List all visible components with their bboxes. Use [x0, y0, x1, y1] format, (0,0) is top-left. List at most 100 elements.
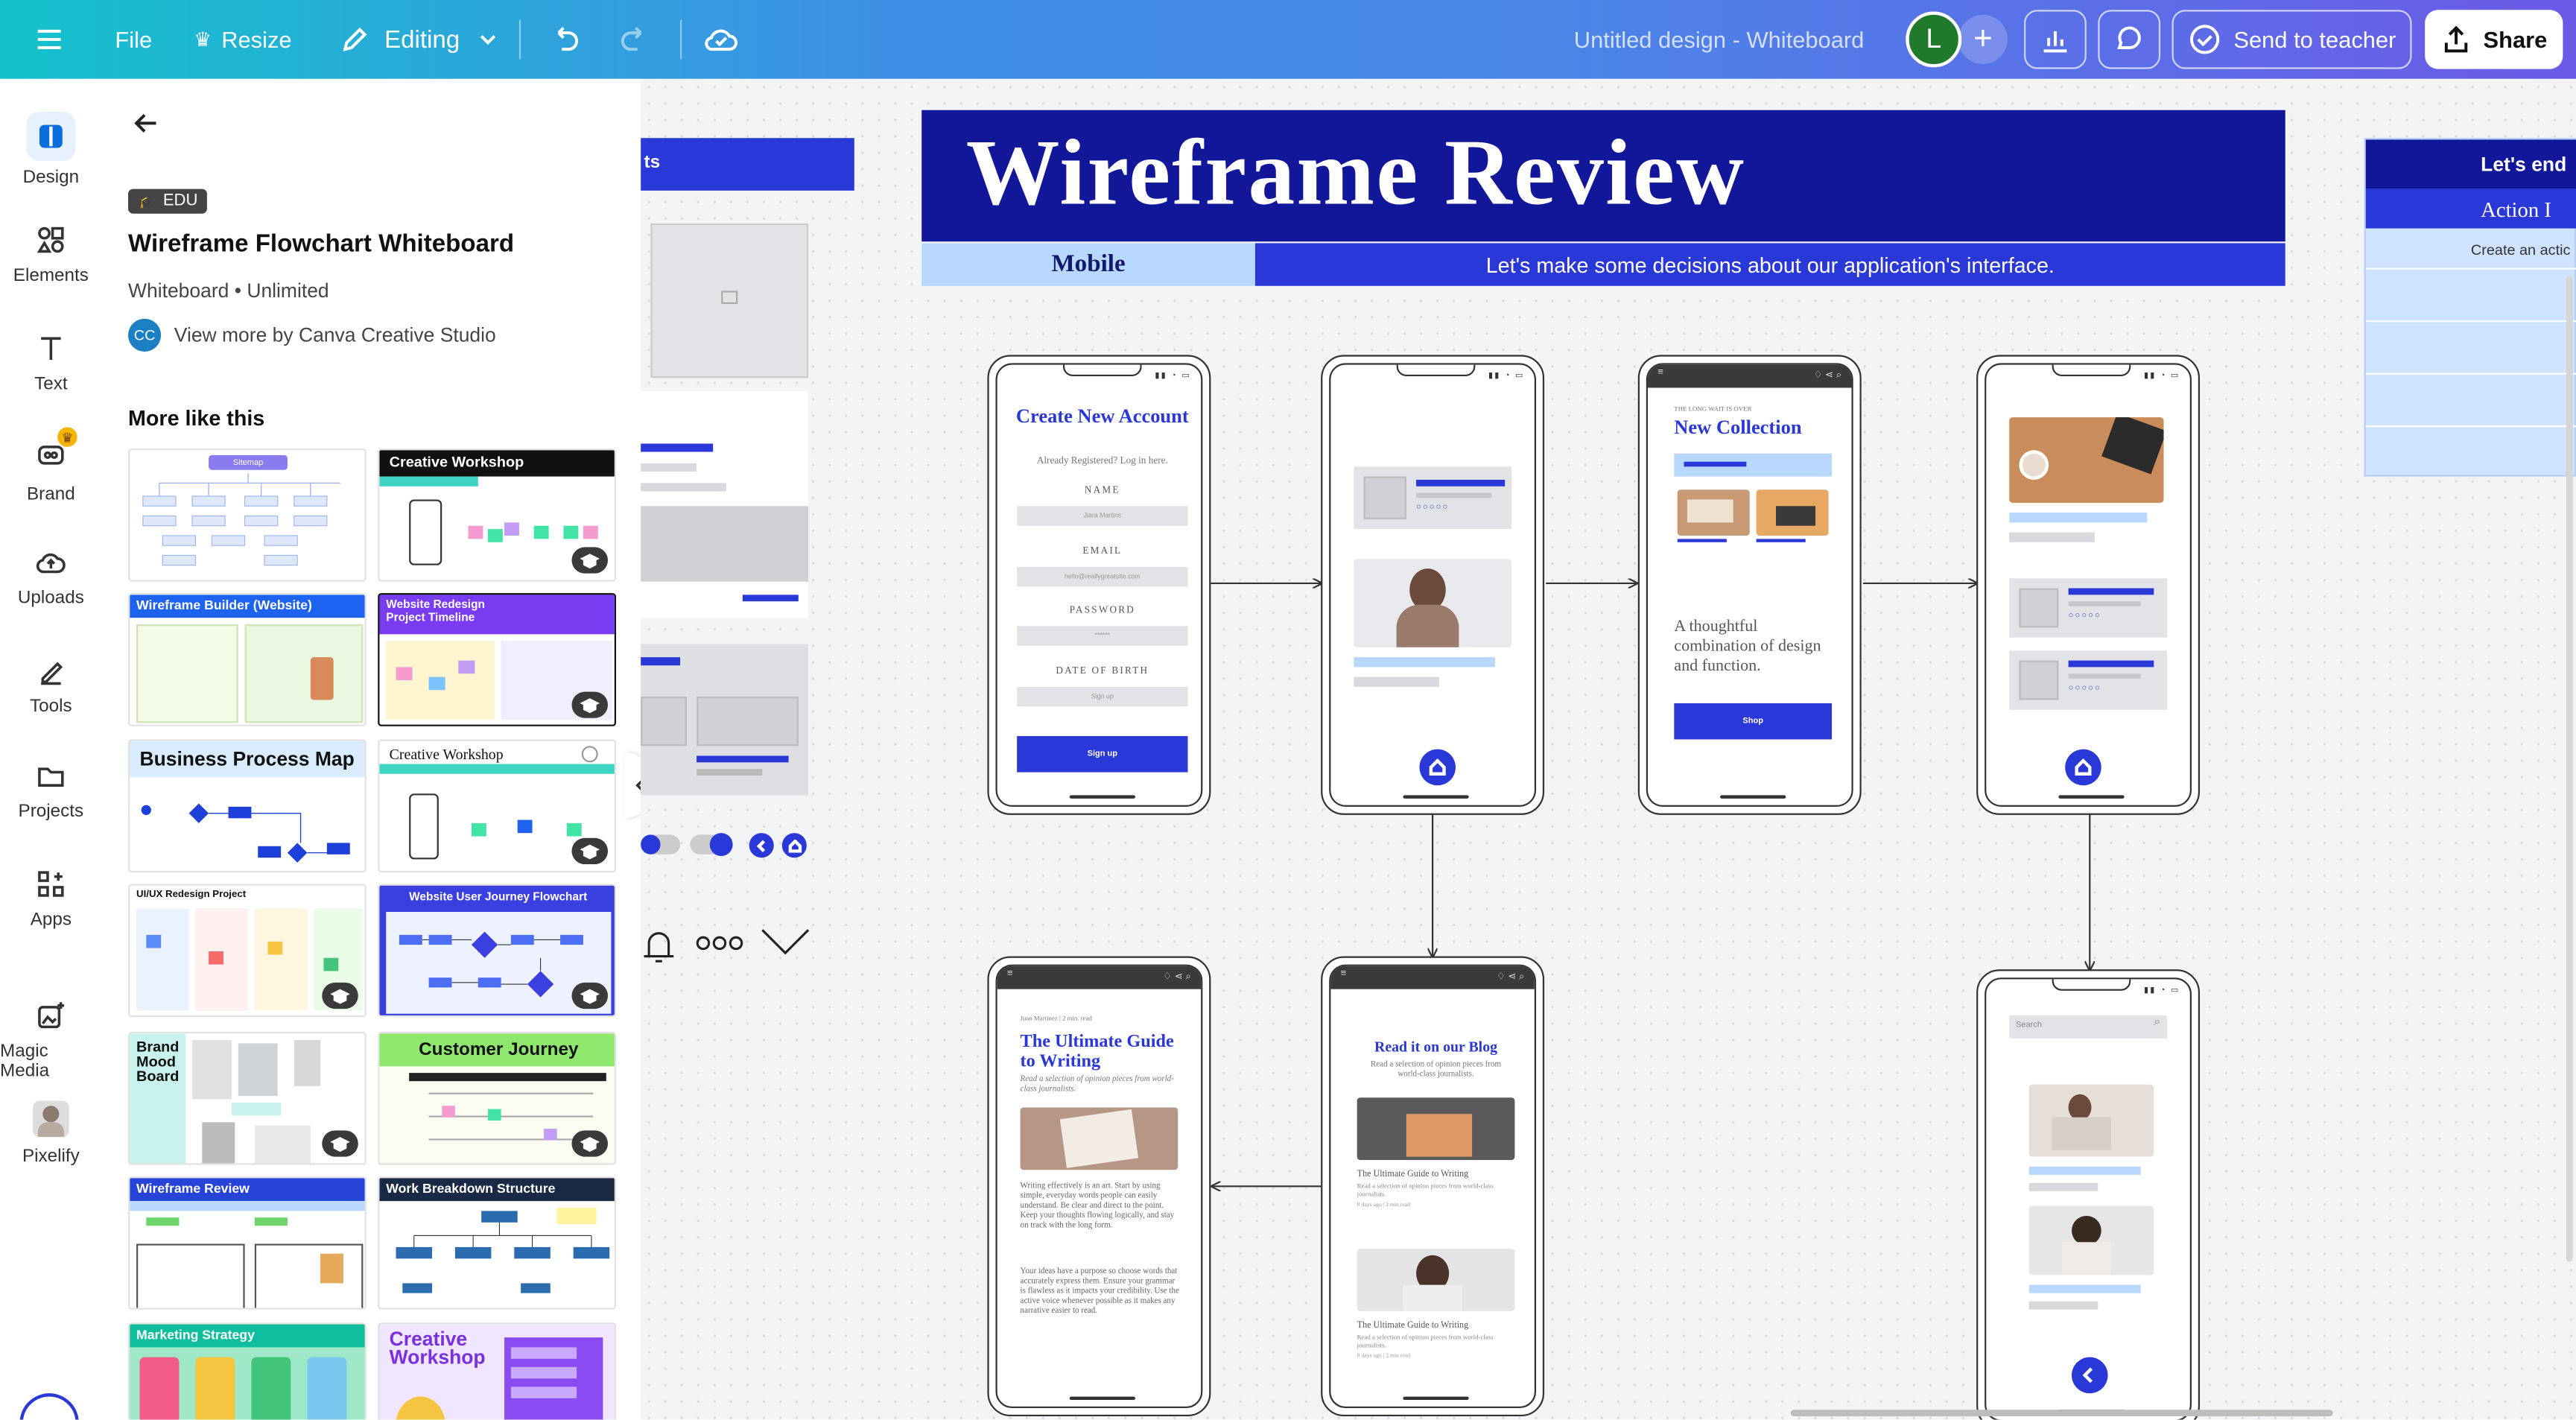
chevron-down-icon — [480, 35, 495, 45]
add-collaborator-button[interactable]: + — [1958, 0, 2008, 79]
template-meta: Whiteboard • Unlimited — [128, 279, 329, 302]
template-thumb[interactable]: Wireframe Builder (Website) — [128, 593, 367, 726]
rail-item-pixelify[interactable]: Pixelify — [0, 1100, 102, 1167]
insights-button[interactable] — [2024, 10, 2087, 69]
resize-button[interactable]: ♛ Resize — [194, 0, 291, 79]
back-icon[interactable] — [2072, 1357, 2108, 1394]
password-field[interactable]: ****** — [1017, 626, 1188, 646]
stage: File ♛ Resize Editing Untitled design - … — [0, 0, 2576, 1420]
home-icon[interactable] — [1419, 749, 1456, 786]
apps-icon — [38, 871, 64, 897]
edu-badge: 🎓 EDU — [128, 188, 208, 214]
graduation-cap-icon — [330, 1137, 350, 1152]
template-thumb[interactable]: Creative Workshop — [378, 1322, 617, 1420]
cloud-save-button[interactable] — [703, 0, 740, 79]
signup-subtitle: Already Registered? Log in here. — [1036, 457, 1168, 467]
email-field[interactable]: hello@reallygreatsite.com — [1017, 566, 1188, 587]
phone-signup[interactable]: ▮▮ ◔ ▭ Create New Account Already Regist… — [987, 355, 1211, 815]
thumb-label: Customer Journey — [419, 1040, 579, 1060]
blog-article-title: The Ultimate Guide to Writing — [1357, 1170, 1469, 1180]
collection-body: A thoughtful combination of design and f… — [1674, 618, 1821, 676]
vertical-scrollbar[interactable] — [2566, 276, 2573, 1262]
phone-product[interactable]: ▮▮ ◔ ▭ ○○○○○ ○○○○○ — [1976, 355, 2201, 815]
share-button[interactable]: Share — [2425, 10, 2563, 69]
rail-item-magic-media[interactable]: Magic Media — [0, 999, 102, 1081]
document-title[interactable]: Untitled design - Whiteboard — [1574, 0, 1865, 79]
template-thumb[interactable]: Work Breakdown Structure — [378, 1176, 617, 1310]
template-panel: 🎓 EDU Wireframe Flowchart Whiteboard Whi… — [101, 78, 641, 1420]
redo-button[interactable] — [618, 0, 650, 79]
shop-button[interactable]: Shop — [1674, 703, 1833, 740]
search-placeholder: Search — [2016, 1020, 2042, 1030]
phone-collection[interactable]: ≡ ♢ ⋖ ⌕ THE LONG WAIT IS OVER New Collect… — [1637, 355, 1862, 815]
rail-label: Magic Media — [0, 1042, 50, 1082]
header-icons: ♢ ⋖ ⌕ — [1496, 972, 1525, 983]
avatar-initial: L — [1906, 11, 1962, 68]
blog-article-sub: Read a selection of opinion pieces from … — [1357, 1181, 1494, 1198]
rail-label: Design — [22, 167, 80, 188]
whiteboard-canvas[interactable]: ts Wireframe Review Mobile Let's make so… — [641, 78, 2576, 1420]
back-button[interactable] — [131, 109, 161, 147]
rail-item-elements[interactable]: Elements — [0, 224, 102, 286]
phone-search[interactable]: ▮▮ ◔ ▭ Search ⌕ — [1976, 969, 2201, 1420]
template-thumb[interactable]: Website Redesign Project Timeline — [378, 593, 617, 726]
template-thumb[interactable]: Wireframe Review — [128, 1176, 367, 1310]
template-thumb[interactable]: Website User Journey Flowchart — [378, 884, 617, 1018]
collapse-panel-button[interactable] — [624, 752, 641, 819]
rail-item-projects[interactable]: Projects — [0, 759, 102, 822]
template-thumb[interactable]: Business Process Map — [128, 739, 367, 873]
phone-list[interactable]: ▮▮ ◔ ▭ ○○○○○ — [1321, 355, 1545, 815]
horizontal-scrollbar[interactable] — [1790, 1410, 2333, 1417]
template-thumb[interactable]: Creative Workshop — [378, 739, 617, 873]
thumb-label: Creative Workshop — [389, 746, 504, 763]
article-kicker: Juan Martinez | 2 min. read — [1020, 1013, 1092, 1022]
file-menu[interactable]: File — [115, 0, 152, 79]
template-thumb[interactable]: Sitemap — [128, 448, 367, 582]
send-to-teacher-button[interactable]: Send to teacher — [2171, 10, 2412, 69]
graduation-cap-icon — [580, 1137, 600, 1152]
edu-cap-badge — [571, 982, 608, 1009]
field-label: PASSWORD — [1069, 606, 1136, 617]
rail-label: Text — [34, 374, 68, 395]
rail-item-tools[interactable]: Tools — [0, 654, 102, 717]
dob-field[interactable]: Sign up — [1017, 686, 1188, 707]
menu-button[interactable] — [33, 0, 66, 79]
blog-article-meta: 8 days ago | 2 min read — [1357, 1352, 1411, 1359]
creator-row[interactable]: CC View more by Canva Creative Studio — [128, 318, 496, 352]
template-thumb[interactable]: Brand Mood Board — [128, 1031, 367, 1165]
portrait-photo — [2028, 1205, 2154, 1275]
home-icon[interactable] — [2065, 749, 2101, 786]
header-icons: ♢ ⋖ ⌕ — [1163, 972, 1191, 983]
article-paragraph: Writing effectively is an art. Start by … — [1020, 1182, 1175, 1231]
blog-subtitle: Read a selection of opinion pieces from … — [1370, 1061, 1502, 1080]
search-icon: ⌕ — [2154, 1017, 2161, 1029]
creator-link[interactable]: View more by Canva Creative Studio — [174, 323, 496, 346]
sitemap-diagram — [142, 473, 340, 566]
stars: ○○○○○ — [2068, 611, 2101, 621]
check-circle-icon — [2189, 25, 2219, 54]
elements-icon — [37, 226, 64, 253]
avatar[interactable]: L — [1906, 0, 1962, 79]
rail-item-text[interactable]: Text — [0, 332, 102, 394]
phone-article[interactable]: ≡ ♢ ⋖ ⌕ Juan Martinez | 2 min. read The U… — [987, 956, 1211, 1417]
template-thumb[interactable]: Customer Journey — [378, 1031, 617, 1165]
design-icon — [26, 111, 76, 162]
rail-item-apps[interactable]: Apps — [0, 867, 102, 930]
template-thumb[interactable]: Marketing Strategy — [128, 1322, 367, 1420]
product-photo — [1677, 489, 1750, 536]
signup-button[interactable]: Sign up — [1017, 736, 1188, 773]
phone-blog[interactable]: ≡ ♢ ⋖ ⌕ Read it on our Blog Read a select… — [1321, 956, 1545, 1417]
editing-dropdown[interactable]: Editing — [338, 0, 499, 79]
name-field[interactable]: Jiara Martins — [1017, 506, 1188, 526]
stars: ○○○○○ — [2068, 683, 2101, 694]
search-field[interactable]: Search ⌕ — [2009, 1015, 2167, 1039]
help-button[interactable] — [19, 1393, 79, 1420]
edu-cap-badge — [571, 1130, 608, 1157]
template-thumb[interactable]: UI/UX Redesign Project — [128, 884, 367, 1018]
rail-item-uploads[interactable]: Uploads — [0, 545, 102, 608]
template-thumb[interactable]: Creative Workshop — [378, 448, 617, 582]
comments-button[interactable] — [2098, 10, 2161, 69]
rail-item-design[interactable]: Design — [0, 111, 102, 188]
undo-button[interactable] — [549, 0, 582, 79]
rail-item-brand[interactable]: ♛ Brand — [0, 427, 102, 504]
